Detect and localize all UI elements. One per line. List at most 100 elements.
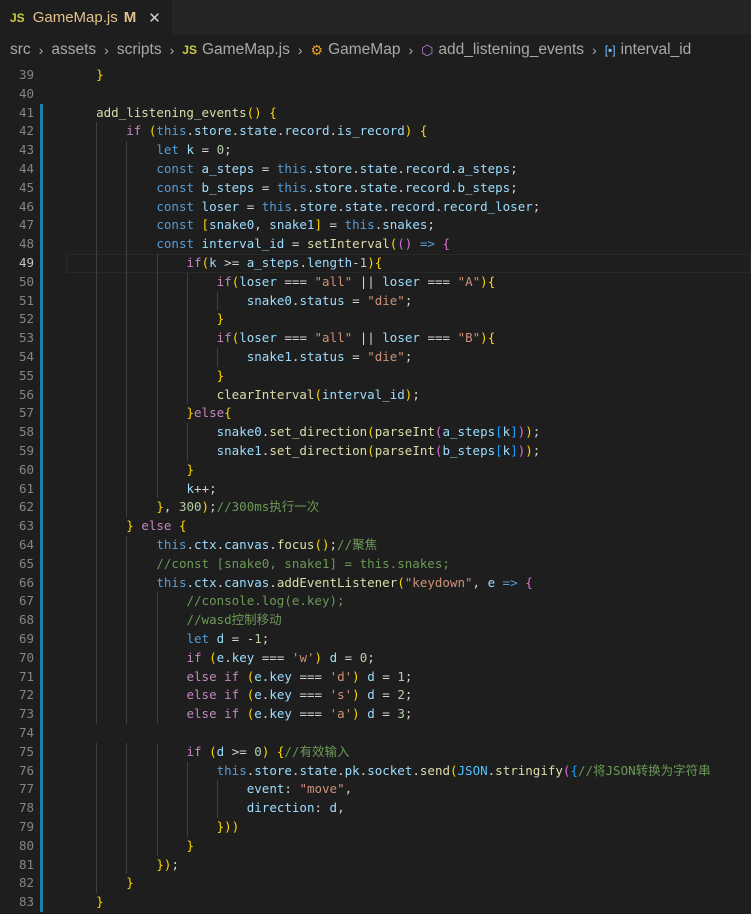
breadcrumb-item[interactable]: assets bbox=[51, 41, 96, 59]
code-text: if(k >= a_steps.length-1){ bbox=[186, 255, 383, 270]
class-icon: ⚙ bbox=[310, 41, 324, 58]
breadcrumb-item[interactable]: ⚙ GameMap bbox=[311, 41, 401, 59]
indent-guide bbox=[126, 554, 128, 574]
indent-guide bbox=[126, 799, 128, 818]
code-line[interactable]: 42 if (this.store.state.record.is_record… bbox=[0, 122, 751, 141]
close-icon[interactable]: ✕ bbox=[148, 9, 161, 27]
code-line[interactable]: 39 } bbox=[0, 66, 751, 85]
code-line[interactable]: 56 clearInterval(interval_id); bbox=[0, 386, 751, 405]
indent-guide bbox=[96, 385, 98, 405]
code-line[interactable]: 75 if (d >= 0) {//有效输入 bbox=[0, 743, 751, 762]
code-line[interactable]: 57 }else{ bbox=[0, 404, 751, 423]
code-line[interactable]: 71 else if (e.key === 'd') d = 1; bbox=[0, 668, 751, 687]
code-line[interactable]: 44 const a_steps = this.store.state.reco… bbox=[0, 160, 751, 179]
code-text: } else { bbox=[126, 518, 187, 534]
code-text: direction: d, bbox=[246, 800, 345, 816]
code-text: if (this.store.state.record.is_record) { bbox=[126, 123, 428, 139]
code-line[interactable]: 62 }, 300);//300ms执行一次 bbox=[0, 498, 751, 517]
indent-guide bbox=[96, 686, 98, 706]
code-line[interactable]: 61 k++; bbox=[0, 480, 751, 499]
code-line[interactable]: 68 //wasd控制移动 bbox=[0, 611, 751, 630]
code-line[interactable]: 53 if(loser === "all" || loser === "B"){ bbox=[0, 329, 751, 348]
indent-guide bbox=[96, 235, 98, 254]
code-line[interactable]: 82 } bbox=[0, 874, 751, 893]
code-line[interactable]: 59 snake1.set_direction(parseInt(b_steps… bbox=[0, 442, 751, 461]
code-line[interactable]: 54 snake1.status = "die"; bbox=[0, 348, 751, 367]
code-line[interactable]: 52 } bbox=[0, 310, 751, 329]
breadcrumb-label: GameMap bbox=[328, 41, 401, 58]
code-line[interactable]: 73 else if (e.key === 'a') d = 3; bbox=[0, 705, 751, 724]
line-number: 66 bbox=[18, 574, 34, 590]
code-line[interactable]: 55 } bbox=[0, 367, 751, 386]
code-line[interactable]: 67 //console.log(e.key); bbox=[0, 592, 751, 611]
indent-guide bbox=[126, 197, 128, 217]
code-line[interactable]: 63 } else { bbox=[0, 517, 751, 536]
line-number: 49 bbox=[18, 255, 34, 270]
code-text: snake0.status = "die"; bbox=[246, 292, 413, 308]
code-line[interactable]: 43 let k = 0; bbox=[0, 141, 751, 160]
indent-guide bbox=[96, 780, 98, 800]
indent-guide bbox=[96, 630, 98, 649]
indent-guide bbox=[186, 423, 188, 442]
code-text: const loser = this.store.state.record.re… bbox=[156, 198, 541, 214]
line-number: 61 bbox=[18, 480, 34, 496]
indent-guide bbox=[186, 780, 188, 800]
indent-guide bbox=[96, 554, 98, 574]
indent-guide bbox=[156, 329, 158, 348]
indent-guide bbox=[96, 160, 98, 179]
indent-guide bbox=[126, 648, 128, 668]
breadcrumb-item[interactable]: JS GameMap.js bbox=[182, 41, 290, 59]
indent-guide bbox=[186, 442, 188, 461]
code-line[interactable]: 83 } bbox=[0, 893, 751, 912]
code-line[interactable]: 77 event: "move", bbox=[0, 780, 751, 799]
line-number: 79 bbox=[18, 819, 34, 834]
code-text: this.ctx.canvas.addEventListener("keydow… bbox=[156, 574, 533, 590]
indent-guide bbox=[96, 536, 98, 555]
indent-guide bbox=[96, 742, 98, 762]
breadcrumb-item[interactable]: scripts bbox=[117, 41, 162, 59]
code-line[interactable]: 58 snake0.set_direction(parseInt(a_steps… bbox=[0, 423, 751, 442]
code-line[interactable]: 79 })) bbox=[0, 818, 751, 837]
code-line[interactable]: 80 } bbox=[0, 837, 751, 856]
code-line[interactable]: 69 let d = -1; bbox=[0, 630, 751, 649]
line-number: 71 bbox=[18, 668, 34, 684]
code-line[interactable]: 45 const b_steps = this.store.state.reco… bbox=[0, 179, 751, 198]
code-line[interactable]: 46 const loser = this.store.state.record… bbox=[0, 198, 751, 217]
breadcrumb-item[interactable]: ⬡ add_listening_events bbox=[421, 41, 584, 59]
code-line[interactable]: 72 else if (e.key === 's') d = 2; bbox=[0, 686, 751, 705]
code-line[interactable]: 41 add_listening_events() { bbox=[0, 104, 751, 123]
breadcrumb-item[interactable]: [▪] interval_id bbox=[605, 41, 692, 59]
code-line[interactable]: 70 if (e.key === 'w') d = 0; bbox=[0, 649, 751, 668]
indent-guide bbox=[96, 366, 98, 386]
indent-guide bbox=[126, 141, 128, 160]
line-number: 77 bbox=[18, 781, 34, 797]
code-line[interactable]: 48 const interval_id = setInterval(() =>… bbox=[0, 235, 751, 254]
code-line[interactable]: 50 if(loser === "all" || loser === "A"){ bbox=[0, 273, 751, 292]
indent-guide bbox=[126, 573, 128, 593]
code-line[interactable]: 81 }); bbox=[0, 856, 751, 875]
code-line[interactable]: 64 this.ctx.canvas.focus();//聚焦 bbox=[0, 536, 751, 555]
indent-guide bbox=[156, 272, 158, 292]
indent-guide bbox=[156, 592, 158, 612]
code-editor[interactable]: 39 } 40 41 add_listening_events() {42 if (… bbox=[0, 66, 751, 914]
code-line[interactable]: 51 snake0.status = "die"; bbox=[0, 292, 751, 311]
code-line[interactable]: 49 if(k >= a_steps.length-1){ bbox=[0, 254, 751, 273]
code-line[interactable]: 74 bbox=[0, 724, 751, 743]
line-number: 52 bbox=[18, 311, 34, 327]
line-number: 60 bbox=[18, 461, 34, 477]
indent-guide bbox=[126, 479, 128, 499]
code-line[interactable]: 66 this.ctx.canvas.addEventListener("key… bbox=[0, 574, 751, 593]
line-number: 72 bbox=[18, 687, 34, 703]
code-line[interactable]: 76 this.store.state.pk.socket.send(JSON.… bbox=[0, 762, 751, 781]
code-text: } bbox=[186, 837, 195, 853]
code-line[interactable]: 47 const [snake0, snake1] = this.snakes; bbox=[0, 216, 751, 235]
code-text: if (e.key === 'w') d = 0; bbox=[186, 649, 375, 665]
tab-gamemap-js[interactable]: JS GameMap.js M ✕ bbox=[0, 0, 172, 34]
breadcrumb-item[interactable]: src bbox=[10, 41, 31, 59]
code-line[interactable]: 65 //const [snake0, snake1] = this.snake… bbox=[0, 555, 751, 574]
code-line[interactable]: 78 direction: d, bbox=[0, 799, 751, 818]
code-line[interactable]: 40 bbox=[0, 85, 751, 104]
code-line[interactable]: 60 } bbox=[0, 461, 751, 480]
indent-guide bbox=[126, 686, 128, 706]
indent-guide bbox=[186, 291, 188, 311]
